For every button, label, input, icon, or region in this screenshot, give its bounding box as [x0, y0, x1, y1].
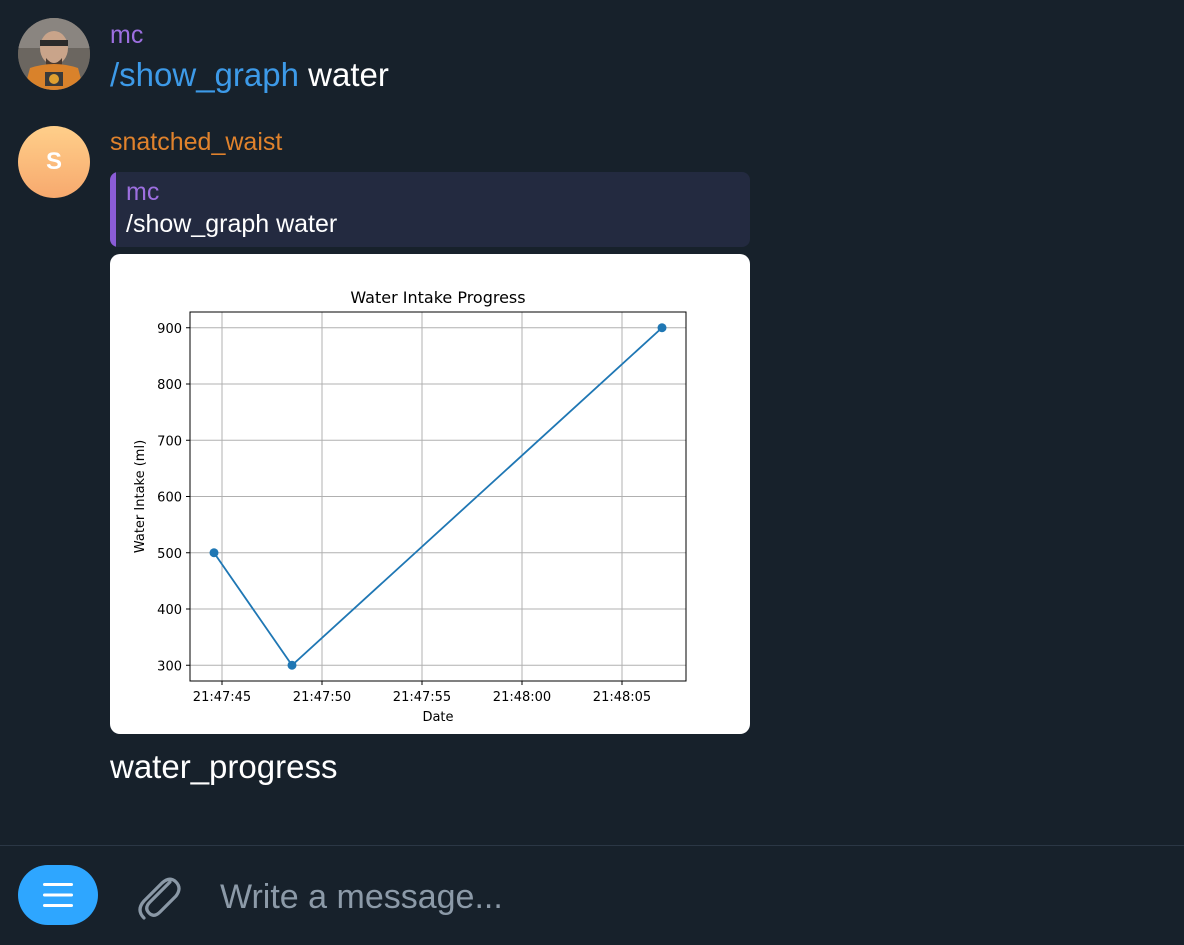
- mc-avatar[interactable]: [18, 18, 90, 90]
- message-composer: [0, 845, 1184, 945]
- message-text: /show_graph water: [110, 56, 389, 94]
- y-tick-label: 300: [157, 659, 182, 674]
- y-axis-label: Water Intake (ml): [133, 440, 148, 553]
- bot-command-link[interactable]: /show_graph: [110, 56, 299, 93]
- sender-name[interactable]: mc: [110, 21, 143, 50]
- y-tick-label: 800: [157, 378, 182, 393]
- x-tick-label: 21:47:45: [193, 690, 251, 705]
- line-chart: 21:47:45 21:47:50 21:47:55 21:48:00 21:48:05…: [133, 288, 687, 725]
- menu-icon: [43, 883, 73, 907]
- photo-caption: water_progress: [110, 748, 338, 785]
- data-point: [287, 660, 297, 670]
- message-input[interactable]: [218, 868, 1122, 926]
- graph-image[interactable]: 21:47:45 21:47:50 21:47:55 21:48:00 21:48:05…: [110, 254, 750, 734]
- menu-button[interactable]: [18, 865, 98, 925]
- reply-sender: mc: [126, 178, 160, 206]
- y-tick-label: 900: [157, 322, 182, 337]
- y-tick-label: 700: [157, 434, 182, 449]
- x-tick-label: 21:47:50: [293, 690, 351, 705]
- x-tick-label: 21:48:05: [593, 690, 651, 705]
- y-tick-label: 600: [157, 491, 182, 506]
- avatar-letter: S: [45, 148, 62, 175]
- reply-text: /show_graph water: [126, 210, 338, 238]
- chart-title: Water Intake Progress: [350, 288, 525, 307]
- reply-accent-bar: [110, 172, 116, 247]
- y-tick-label: 500: [157, 547, 182, 562]
- sender-name[interactable]: snatched_waist: [110, 128, 282, 157]
- data-point: [657, 323, 667, 333]
- data-point: [209, 548, 219, 558]
- x-axis-label: Date: [422, 710, 453, 725]
- paperclip-icon: [138, 877, 181, 920]
- y-tick-label: 400: [157, 603, 182, 618]
- snatched-waist-avatar[interactable]: S: [18, 126, 90, 198]
- x-tick-label: 21:47:55: [393, 690, 451, 705]
- x-tick-label: 21:48:00: [493, 690, 551, 705]
- reply-quote[interactable]: mc /show_graph water: [110, 172, 750, 247]
- command-argument: water: [308, 56, 389, 93]
- attach-button[interactable]: [134, 868, 184, 924]
- chat-area: mc /show_graph water S snatched_waist mc…: [0, 0, 1184, 845]
